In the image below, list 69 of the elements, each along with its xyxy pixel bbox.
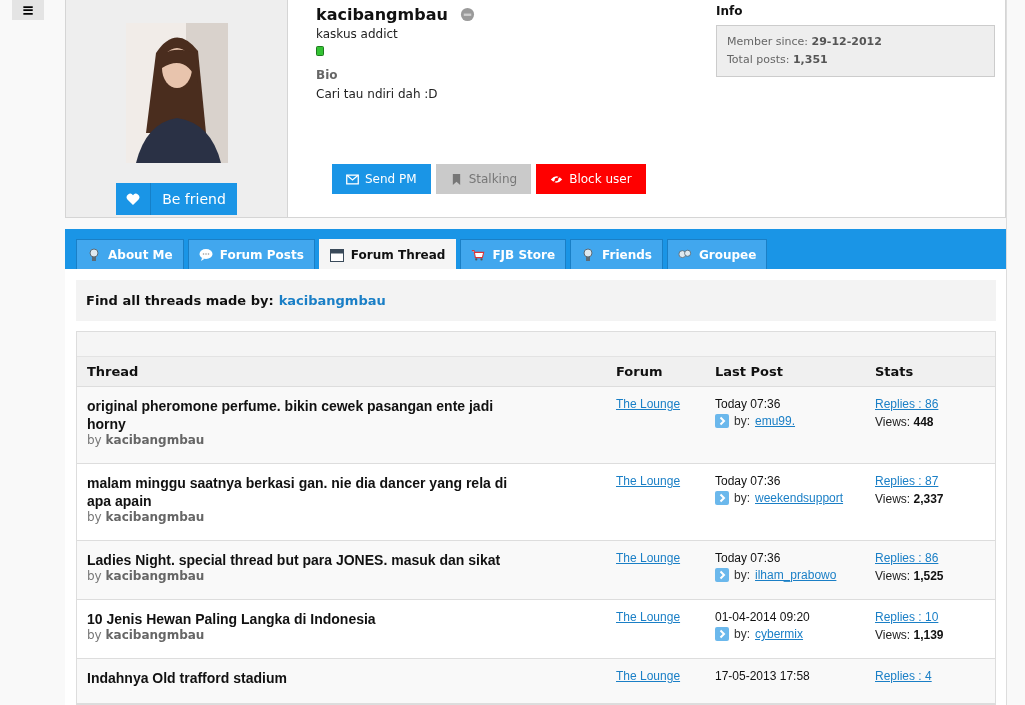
bio-text: Cari tau ndiri dah :D <box>316 87 439 101</box>
thread-author: by kacibangmbau <box>87 433 206 447</box>
by-label: by: <box>734 568 750 582</box>
views-text: Views: 1,525 <box>875 569 945 583</box>
cart-icon <box>471 247 486 262</box>
user-link[interactable]: emu99. <box>755 414 796 428</box>
thread-author: by kacibangmbau <box>87 569 206 583</box>
forum-link[interactable]: The Lounge <box>616 397 681 411</box>
chat-bubble-icon <box>198 247 213 262</box>
heart-icon <box>126 193 140 205</box>
username-link[interactable]: kacibangmbau <box>278 293 386 308</box>
last-post-date: 17-05-2013 17:58 <box>715 669 811 683</box>
bio-heading: Bio <box>316 68 339 82</box>
last-post-date: Today 07:36 <box>715 474 782 488</box>
replies-link[interactable]: Replies : 86 <box>875 397 939 411</box>
calendar-icon <box>329 247 344 262</box>
by-label: by: <box>734 491 750 505</box>
thread-author: by kacibangmbau <box>87 628 206 642</box>
last-post-date: Today 07:36 <box>715 551 782 565</box>
replies-link[interactable]: Replies : 86 <box>875 551 939 565</box>
column-header: Thread <box>86 364 140 379</box>
thread-title[interactable]: original pheromone perfume. bikin cewek pasangan ente jadi horny <box>87 397 525 433</box>
thread-title[interactable]: Ladies Night. special thread but para JONES. masuk dan sikat <box>87 551 525 569</box>
tab[interactable]: Forum Thread <box>318 239 457 269</box>
thread-title[interactable]: Indahnya Old trafford stadium <box>87 669 525 687</box>
views-text: Views: 1,139 <box>875 628 945 642</box>
action-button[interactable]: Send PM <box>332 164 431 194</box>
info-heading: Info <box>716 4 744 18</box>
column-header: Last Post <box>715 364 784 379</box>
last-post-date: 01-04-2014 09:20 <box>715 610 811 624</box>
last-post-date: Today 07:36 <box>715 397 782 411</box>
views-text: Views: 2,337 <box>875 492 945 506</box>
forum-link[interactable]: The Lounge <box>616 474 681 488</box>
replies-link[interactable]: Replies : 87 <box>875 474 939 488</box>
forum-link[interactable]: The Lounge <box>616 610 681 624</box>
forum-link[interactable]: The Lounge <box>616 669 681 683</box>
replies-link[interactable]: Replies : 10 <box>875 610 939 624</box>
column-header: Forum <box>616 364 664 379</box>
be-friend-button[interactable]: Be friend <box>116 183 237 215</box>
status-icon <box>459 7 475 22</box>
tab[interactable]: Forum Posts <box>187 239 315 269</box>
tab[interactable]: Groupee <box>666 239 768 269</box>
tab[interactable]: FJB Store <box>460 239 567 269</box>
info-text: Total posts: 1,351 <box>727 52 829 68</box>
tab[interactable]: About Me <box>76 239 184 269</box>
envelope-icon <box>346 173 359 185</box>
person-icon <box>87 247 101 262</box>
username: kacibangmbau <box>316 5 448 24</box>
action-button[interactable]: Block user <box>536 164 646 194</box>
forum-link[interactable]: The Lounge <box>616 551 681 565</box>
thread-title[interactable]: 10 Jenis Hewan Paling Langka di Indonesia <box>87 610 525 628</box>
replies-link[interactable]: Replies : 4 <box>875 669 932 683</box>
tab[interactable]: Friends <box>570 239 663 269</box>
user-link[interactable]: ilham_prabowo <box>755 568 837 582</box>
by-label: by: <box>734 414 750 428</box>
eye-slash-icon <box>550 173 564 185</box>
user-link[interactable]: weekendsupport <box>755 491 844 505</box>
by-label: by: <box>734 627 750 641</box>
person-icon <box>581 247 596 262</box>
find-label: Find all threads made by: <box>86 293 274 308</box>
info-text: Member since: 29-12-2012 <box>727 34 883 50</box>
views-text: Views: 448 <box>875 415 935 429</box>
thread-title[interactable]: malam minggu saatnya berkasi gan. nie dia dancer yang rela di apa apain <box>87 474 525 510</box>
user-link[interactable]: cybermix <box>755 627 804 641</box>
thread-author: by kacibangmbau <box>87 510 206 524</box>
column-header: Stats <box>875 364 915 379</box>
menu-button[interactable]: ≡ <box>12 0 44 20</box>
reputation-icon <box>316 46 324 56</box>
rank-text: kaskus addict <box>316 27 399 41</box>
